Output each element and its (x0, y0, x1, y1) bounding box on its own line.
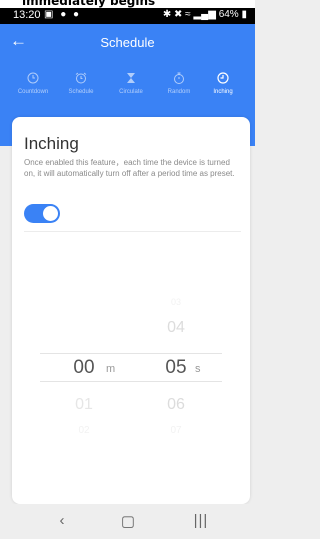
tab-circulate[interactable]: Circulate (106, 72, 156, 95)
tab-label: Circulate (119, 89, 143, 95)
tab-schedule[interactable]: Schedule (56, 72, 106, 95)
top-banner-text: immediately begins (22, 0, 156, 8)
minutes-value-below: 01 (75, 396, 93, 413)
system-nav-bar: ‹ ▢ ||| (0, 504, 255, 539)
mute-icon: ✖ (173, 9, 183, 20)
tab-random[interactable]: Random (154, 72, 204, 95)
picker-selection-bottom-line (40, 381, 222, 382)
tab-label: Schedule (68, 89, 94, 95)
tab-inching[interactable]: Inching (198, 72, 248, 95)
status-time: 13:20 (13, 9, 41, 21)
seconds-unit: s (195, 363, 201, 375)
tab-label: Random (167, 89, 191, 95)
recents-nav-icon[interactable]: ||| (186, 512, 216, 529)
status-bar: 13:20 ▣ ● ● ✱ ✖ ≈ ▂▄▆ 64% ▮ (0, 8, 255, 24)
alarm-clock-icon (75, 72, 87, 84)
minutes-selected: 00 (73, 357, 95, 378)
scroll-indicator-icon (250, 122, 255, 132)
seconds-selected: 05 (165, 357, 187, 378)
battery-percent: 64% (218, 9, 239, 20)
picker-selection-top-line (40, 353, 222, 354)
inching-card: Inching Once enabled this feature，each t… (12, 117, 250, 504)
clock-icon (27, 72, 39, 84)
bluetooth-icon: ✱ (162, 9, 172, 20)
notification-icons: ▣ ● ● (44, 9, 82, 20)
tab-label: Inching (213, 89, 233, 95)
hourglass-icon (127, 73, 135, 83)
tab-label: Countdown (17, 89, 49, 95)
seconds-value-above: 04 (167, 319, 185, 336)
seconds-value-below2: 07 (170, 425, 182, 436)
clock-icon (217, 72, 229, 84)
wifi-icon: ≈ (185, 9, 191, 20)
seconds-value-above2: 03 (170, 297, 181, 307)
back-nav-icon[interactable]: ‹ (47, 512, 77, 529)
seconds-value-below: 06 (167, 396, 185, 413)
minutes-value-below2: 02 (78, 425, 90, 436)
page-title: Schedule (100, 35, 155, 50)
minutes-unit: m (106, 363, 116, 375)
status-right: ✱ ✖ ≈ ▂▄▆ 64% ▮ (163, 9, 247, 20)
inching-toggle[interactable] (24, 204, 60, 223)
toggle-knob (43, 206, 58, 221)
home-nav-icon[interactable]: ▢ (113, 512, 143, 530)
tab-bar: Countdown Schedule Circulate Random Inch… (0, 72, 255, 112)
battery-icon: ▮ (241, 9, 247, 20)
tab-countdown[interactable]: Countdown (8, 72, 58, 95)
truncated-top-banner: immediately begins (0, 0, 255, 8)
inching-description: Once enabled this feature，each time the … (24, 158, 235, 178)
signal-icon: ▂▄▆ (193, 9, 216, 20)
divider (24, 231, 241, 232)
stopwatch-icon (174, 72, 184, 84)
inching-title: Inching (24, 134, 79, 153)
